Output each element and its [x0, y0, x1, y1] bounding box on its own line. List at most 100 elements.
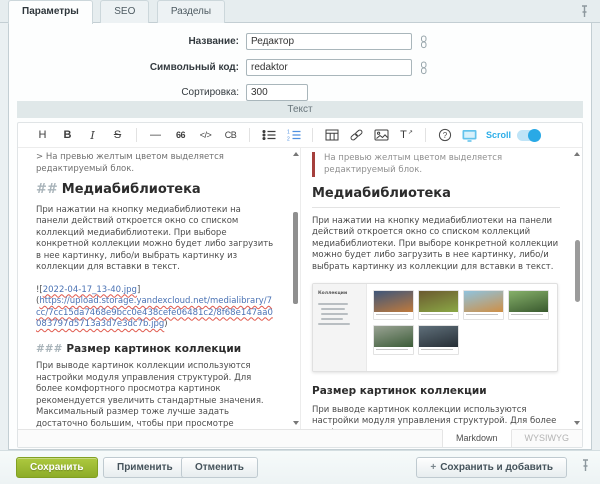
code-block-button[interactable]: CB [222, 126, 240, 144]
sort-input[interactable] [246, 84, 308, 101]
scroll-down-arrow[interactable] [293, 421, 299, 425]
scrollbar-thumb[interactable] [293, 212, 298, 304]
source-quote-line: > На превью желтым цветом выделяется ред… [36, 152, 274, 175]
svg-text:1: 1 [287, 130, 290, 136]
italic-button[interactable]: I [84, 126, 102, 144]
heading-button[interactable]: H [34, 126, 52, 144]
toolbar-separator [136, 128, 137, 142]
pin-icon[interactable] [579, 5, 590, 18]
code-input[interactable] [246, 59, 412, 76]
save-and-add-button[interactable]: +Сохранить и добавить [416, 457, 567, 478]
media-thumbnail [509, 291, 548, 312]
section-title: Текст [287, 104, 312, 115]
section-header-text: Текст [17, 101, 583, 118]
media-thumbnail [374, 291, 413, 312]
svg-text:?: ? [442, 131, 447, 140]
preview-scrollbar[interactable] [574, 148, 582, 431]
media-caption [374, 347, 413, 354]
blockquote-button[interactable]: 66 [172, 126, 190, 144]
preview-paragraph: При нажатии на кнопку медиабиблиотеки на… [312, 216, 560, 274]
image-url-link[interactable]: https://upload.storage.yandexcloud.net/m… [36, 296, 273, 329]
field-row-sort: Сортировка: [9, 84, 591, 102]
link-icon[interactable] [348, 126, 366, 144]
translit-link-icon[interactable] [418, 35, 429, 49]
media-thumbnail [419, 326, 458, 347]
plus-icon: + [430, 462, 436, 473]
markdown-editor: H B I S — 66 </> CB 12 [17, 122, 583, 448]
sort-label: Сортировка: [9, 84, 239, 102]
bitrix-edit-page: Параметры SEO Разделы Название: Символьн… [0, 0, 600, 484]
pin-icon[interactable] [580, 459, 591, 472]
horizontal-rule-button[interactable]: — [147, 126, 165, 144]
image-name-link[interactable]: 2022-04-17_13-40.jpg [43, 285, 137, 295]
source-paragraph: При нажатии на кнопку медиабиблиотеки на… [36, 205, 274, 274]
field-row-code: Символьный код: [9, 59, 591, 77]
source-image-link: ![2022-04-17_13-40.jpg](https://upload.s… [36, 285, 274, 331]
source-h2: ##Медиабиблиотека [36, 184, 274, 196]
bullet-list-icon[interactable] [260, 126, 278, 144]
help-icon[interactable]: ? [436, 126, 454, 144]
media-tile[interactable] [373, 325, 414, 355]
apply-button[interactable]: Применить [103, 457, 187, 478]
inline-code-button[interactable]: </> [197, 126, 215, 144]
scroll-up-arrow[interactable] [574, 152, 580, 156]
name-input[interactable] [246, 33, 412, 50]
strikethrough-button[interactable]: S [109, 126, 127, 144]
markdown-source-pane[interactable]: > На превью желтым цветом выделяется ред… [18, 148, 301, 431]
preview-blockquote: На превью желтым цветом выделяется редак… [312, 152, 560, 177]
scroll-label: Scroll [486, 130, 511, 140]
toolbar-separator [312, 128, 313, 142]
tab-wysiwyg[interactable]: WYSIWYG [512, 430, 583, 448]
media-tile[interactable] [418, 325, 459, 355]
media-caption [509, 312, 548, 319]
form-tabbar: Параметры SEO Разделы [0, 0, 600, 23]
table-icon[interactable] [323, 126, 341, 144]
tab-sections[interactable]: Разделы [157, 0, 225, 23]
media-library-screenshot: Коллекции [312, 283, 558, 372]
media-tile[interactable] [418, 290, 459, 320]
bold-button[interactable]: B [59, 126, 77, 144]
media-tile[interactable] [373, 290, 414, 320]
toolbar-separator [425, 128, 426, 142]
scroll-down-arrow[interactable] [574, 421, 580, 425]
name-label: Название: [9, 33, 239, 51]
tab-seo[interactable]: SEO [100, 0, 149, 23]
preview-pane: На превью желтым цветом выделяется редак… [302, 148, 584, 431]
scrollbar-thumb[interactable] [575, 240, 580, 302]
preview-paragraph: При выводе картинок коллекции используют… [312, 405, 560, 432]
field-row-name: Название: [9, 33, 591, 51]
save-button[interactable]: Сохранить [16, 457, 98, 478]
editor-toolbar: H B I S — 66 </> CB 12 [18, 123, 582, 148]
media-dialog-sidebar: Коллекции [313, 284, 367, 371]
cancel-button[interactable]: Отменить [181, 457, 258, 478]
footer-action-bar: Сохранить Применить Отменить +Сохранить … [0, 450, 600, 484]
numbered-list-icon[interactable]: 12 [285, 126, 303, 144]
media-thumbnail [464, 291, 503, 312]
image-icon[interactable] [373, 126, 391, 144]
source-scrollbar[interactable] [291, 148, 300, 431]
media-tile[interactable] [463, 290, 504, 320]
translit-link-icon[interactable] [418, 61, 429, 75]
media-sidebar-title: Коллекции [318, 288, 366, 300]
scroll-up-arrow[interactable] [293, 152, 299, 156]
fullscreen-monitor-icon[interactable] [461, 126, 479, 144]
editor-mode-bar: Markdown WYSIWYG [18, 429, 582, 447]
scroll-toggle[interactable] [517, 130, 541, 141]
media-caption [374, 312, 413, 319]
preview-h3: Размер картинок коллекции [312, 386, 560, 398]
source-h3: ###Размер картинок коллекции [36, 344, 274, 356]
toggle-knob [528, 129, 541, 142]
media-tile[interactable] [508, 290, 549, 320]
media-caption [419, 312, 458, 319]
form-panel: Название: Символьный код: Сортировка: Те… [8, 23, 592, 450]
media-thumbnail [374, 326, 413, 347]
media-thumbnail [419, 291, 458, 312]
preview-h2: Медиабиблиотека [312, 188, 560, 208]
text-size-icon[interactable]: T↗ [398, 126, 416, 144]
tab-parameters[interactable]: Параметры [8, 0, 93, 24]
toolbar-separator [249, 128, 250, 142]
media-thumbnail-grid [373, 290, 553, 371]
tab-markdown[interactable]: Markdown [442, 429, 512, 447]
media-caption [464, 312, 503, 319]
source-paragraph: При выводе картинок коллекции используют… [36, 361, 274, 431]
